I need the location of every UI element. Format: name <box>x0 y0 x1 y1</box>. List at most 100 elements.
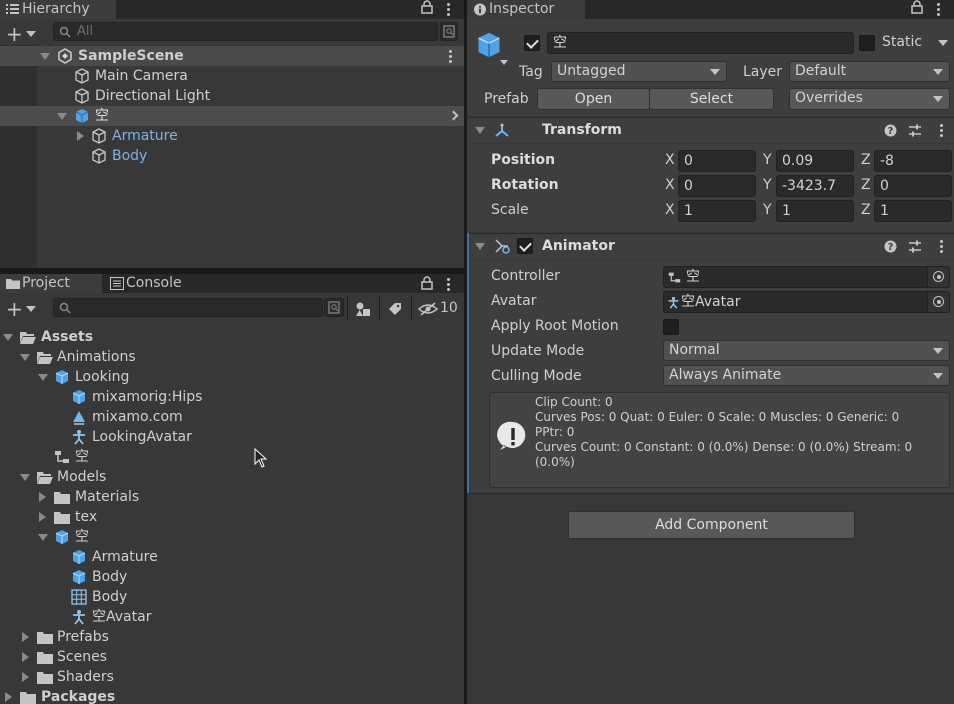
tree-item-tex[interactable]: tex <box>0 507 464 527</box>
chevron-right-icon[interactable] <box>448 110 459 121</box>
tree-item-packages[interactable]: Packages <box>0 687 464 704</box>
help-icon[interactable]: ? <box>884 240 897 253</box>
object-picker-icon[interactable] <box>927 292 949 312</box>
hierarchy-search-input[interactable]: All <box>53 22 438 41</box>
tree-item-looking[interactable]: Looking <box>0 367 464 387</box>
tag-dropdown[interactable]: Untagged <box>551 61 727 82</box>
project-add-button[interactable]: + <box>4 297 38 321</box>
presets-icon[interactable] <box>908 124 922 137</box>
icon-dropdown-caret[interactable] <box>500 60 508 65</box>
info-line: Curves Count: 0 Constant: 0 (0.0%) Dense… <box>535 440 913 454</box>
scene-row[interactable]: SampleScene <box>0 46 464 66</box>
model-icon <box>55 370 69 384</box>
active-checkbox[interactable] <box>524 35 540 51</box>
animation-clip-icon <box>73 411 85 425</box>
inspector-menu-icon[interactable] <box>936 2 940 16</box>
prefab-large-icon[interactable] <box>475 31 503 59</box>
hierarchy-item[interactable]: Body <box>0 146 464 166</box>
position-x-field[interactable]: 0 <box>678 150 756 172</box>
scene-menu-icon[interactable] <box>448 49 452 63</box>
tree-item-body-mesh[interactable]: Body <box>0 587 464 607</box>
hierarchy-item-selected[interactable]: 空 <box>0 106 464 126</box>
hierarchy-item-label: Main Camera <box>95 68 188 84</box>
tree-item-prefabs[interactable]: Prefabs <box>0 627 464 647</box>
controller-field[interactable]: 空 <box>663 266 950 288</box>
tree-item-assets[interactable]: Assets <box>0 327 464 347</box>
add-component-button[interactable]: Add Component <box>568 511 855 539</box>
static-dropdown-caret[interactable] <box>938 40 948 46</box>
animator-header[interactable]: Animator ? <box>467 233 954 259</box>
apply-root-motion-checkbox[interactable] <box>663 319 679 335</box>
hierarchy-add-button[interactable]: + <box>4 22 38 46</box>
position-y-field[interactable]: 0.09 <box>776 150 854 172</box>
hierarchy-menu-icon[interactable] <box>446 2 450 16</box>
tree-item-label: Animations <box>57 349 136 365</box>
tree-item-scenes[interactable]: Scenes <box>0 647 464 667</box>
info-line: Clip Count: 0 <box>535 395 613 409</box>
prefab-overrides-dropdown[interactable]: Overrides <box>789 88 950 110</box>
filter-by-type-icon[interactable] <box>355 301 371 317</box>
tree-item-label: Materials <box>75 489 140 505</box>
lock-icon[interactable] <box>911 0 923 14</box>
prefab-select-button[interactable]: Select <box>649 88 774 110</box>
hierarchy-scene-search-button[interactable] <box>440 22 458 41</box>
hidden-packages-icon[interactable] <box>418 301 438 317</box>
tree-item-hips[interactable]: mixamorig:Hips <box>0 387 464 407</box>
rotation-y-field[interactable]: -3423.7 <box>776 175 854 197</box>
tree-item-clip[interactable]: mixamo.com <box>0 407 464 427</box>
object-name-field[interactable]: 空 <box>547 32 854 54</box>
object-picker-icon[interactable] <box>927 267 949 287</box>
animator-menu-icon[interactable] <box>939 239 943 253</box>
project-search-input[interactable] <box>53 298 323 317</box>
project-menu-icon[interactable] <box>446 277 450 291</box>
update-mode-dropdown[interactable]: Normal <box>663 340 950 361</box>
lock-icon[interactable] <box>421 276 433 290</box>
tree-item-label: 空 <box>75 529 89 545</box>
tree-item-animations[interactable]: Animations <box>0 347 464 367</box>
scale-label: Scale <box>491 202 529 218</box>
tree-item-shaders[interactable]: Shaders <box>0 667 464 687</box>
transform-header[interactable]: Transform ? <box>467 117 954 143</box>
apply-root-motion-label: Apply Root Motion <box>491 318 619 334</box>
tab-project[interactable]: Project <box>0 274 102 293</box>
filter-by-label-icon[interactable] <box>387 301 403 317</box>
help-icon[interactable]: ? <box>884 124 897 137</box>
search-by-scene-button[interactable] <box>324 298 344 317</box>
position-z-field[interactable]: -8 <box>874 150 952 172</box>
tree-item-label: Prefabs <box>57 629 109 645</box>
animator-enabled-checkbox[interactable] <box>517 238 533 254</box>
tree-item-model[interactable]: 空 <box>0 527 464 547</box>
tab-console[interactable]: Console <box>104 274 204 293</box>
tab-inspector[interactable]: Inspector <box>467 0 585 19</box>
presets-icon[interactable] <box>908 240 922 253</box>
horizontal-splitter[interactable] <box>0 268 464 274</box>
culling-mode-dropdown[interactable]: Always Animate <box>663 365 950 386</box>
tree-item-avatar[interactable]: 空Avatar <box>0 607 464 627</box>
avatar-icon <box>668 296 679 309</box>
static-checkbox[interactable] <box>859 35 875 51</box>
prefab-open-button[interactable]: Open <box>537 88 650 110</box>
model-icon <box>72 390 86 404</box>
tree-item-body[interactable]: Body <box>0 567 464 587</box>
tree-item-controller[interactable]: 空 <box>0 447 464 467</box>
tree-item-materials[interactable]: Materials <box>0 487 464 507</box>
scale-x-field[interactable]: 1 <box>678 200 756 222</box>
unity-scene-icon <box>58 48 72 64</box>
vertical-splitter[interactable] <box>464 0 467 704</box>
scale-y-field[interactable]: 1 <box>776 200 854 222</box>
scale-z-field[interactable]: 1 <box>874 200 952 222</box>
tree-item-armature[interactable]: Armature <box>0 547 464 567</box>
rotation-z-field[interactable]: 0 <box>874 175 952 197</box>
layer-dropdown[interactable]: Default <box>789 61 950 82</box>
hierarchy-item-label: Body <box>112 148 148 164</box>
tree-item-models[interactable]: Models <box>0 467 464 487</box>
lock-icon[interactable] <box>421 0 433 14</box>
hierarchy-item[interactable]: Main Camera <box>0 66 464 86</box>
hierarchy-item[interactable]: Armature <box>0 126 464 146</box>
avatar-field[interactable]: 空Avatar <box>663 291 950 313</box>
transform-menu-icon[interactable] <box>939 123 943 137</box>
tab-hierarchy[interactable]: Hierarchy <box>0 0 116 19</box>
hierarchy-item[interactable]: Directional Light <box>0 86 464 106</box>
rotation-x-field[interactable]: 0 <box>678 175 756 197</box>
tree-item-looking-avatar[interactable]: LookingAvatar <box>0 427 464 447</box>
